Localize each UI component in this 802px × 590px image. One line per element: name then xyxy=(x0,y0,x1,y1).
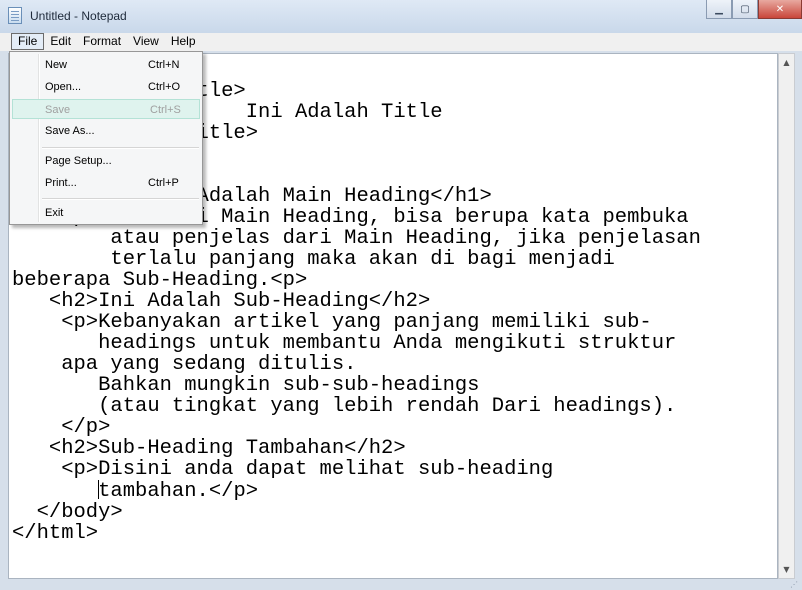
editor-line: headings untuk membantu Anda mengikuti s… xyxy=(12,332,677,355)
maximize-button[interactable]: ▢ xyxy=(732,0,758,19)
editor-line: (atau tingkat yang lebih rendah Dari hea… xyxy=(12,395,677,418)
menu-shortcut: Ctrl+N xyxy=(148,59,180,71)
file-menu-save-as[interactable]: Save As... xyxy=(12,121,200,141)
window-bottom-edge: ⋰ xyxy=(8,579,802,590)
file-menu-open[interactable]: Open... Ctrl+O xyxy=(12,77,200,97)
resize-grip-icon[interactable]: ⋰ xyxy=(790,580,798,589)
menu-label: Save As... xyxy=(45,125,95,137)
menu-label: Open... xyxy=(45,81,82,93)
editor-line: beberapa Sub-Heading.<p> xyxy=(12,269,308,292)
close-icon: ✕ xyxy=(775,3,785,15)
caption-buttons: ▁ ▢ ✕ xyxy=(706,0,802,20)
editor-line: <h2>Sub-Heading Tambahan</h2> xyxy=(12,437,406,460)
menu-help[interactable]: Help xyxy=(165,33,202,50)
file-menu-new[interactable]: New Ctrl+N xyxy=(12,55,200,75)
menu-shortcut: Ctrl+O xyxy=(148,81,181,93)
scroll-down-icon[interactable]: ▼ xyxy=(779,561,794,578)
notepad-icon[interactable] xyxy=(8,7,22,24)
editor-line: Bahkan mungkin sub-sub-headings xyxy=(12,374,480,397)
editor-line: </body> xyxy=(12,501,123,524)
minimize-button[interactable]: ▁ xyxy=(706,0,732,19)
editor-line: apa yang sedang ditulis. xyxy=(12,353,357,376)
title-bar[interactable]: Untitled - Notepad ▁ ▢ ✕ xyxy=(0,0,802,33)
menu-label: Exit xyxy=(45,207,64,219)
window-title: Untitled - Notepad xyxy=(30,9,127,23)
menu-label: Save xyxy=(45,104,71,116)
minimize-icon: ▁ xyxy=(715,3,723,15)
menu-format[interactable]: Format xyxy=(77,33,127,50)
vertical-scrollbar[interactable]: ▲ ▼ xyxy=(778,53,795,579)
file-menu-print[interactable]: Print... Ctrl+P xyxy=(12,173,200,193)
menu-label: New xyxy=(45,59,68,71)
close-button[interactable]: ✕ xyxy=(758,0,802,19)
menu-shortcut: Ctrl+S xyxy=(150,104,181,116)
menu-separator xyxy=(42,198,199,200)
editor-line: </p> xyxy=(12,416,111,439)
editor-line: tambahan.</p> xyxy=(98,480,259,503)
file-menu-dropdown: New Ctrl+N Open... Ctrl+O Save Ctrl+S Sa… xyxy=(9,51,203,225)
editor-line: terlalu panjang maka akan di bagi menjad… xyxy=(12,248,615,271)
text-caret xyxy=(98,480,100,499)
file-menu-save[interactable]: Save Ctrl+S xyxy=(12,99,200,119)
editor-line: <h2>Ini Adalah Sub-Heading</h2> xyxy=(12,290,431,313)
file-menu-exit[interactable]: Exit xyxy=(12,203,200,223)
editor-line: <p>Kebanyakan artikel yang panjang memil… xyxy=(12,311,652,334)
menu-label: Print... xyxy=(45,177,77,189)
menu-separator xyxy=(42,147,199,149)
editor-line: atau penjelas dari Main Heading, jika pe… xyxy=(12,227,701,250)
menu-shortcut: Ctrl+P xyxy=(148,177,179,189)
menu-view[interactable]: View xyxy=(127,33,165,50)
file-menu-page-setup[interactable]: Page Setup... xyxy=(12,151,200,171)
maximize-icon: ▢ xyxy=(740,3,750,15)
menu-file[interactable]: File xyxy=(11,33,45,50)
menu-bar: File Edit Format View Help xyxy=(0,33,802,51)
editor-line: <p>Disini anda dapat melihat sub-heading xyxy=(12,458,554,481)
scroll-up-icon[interactable]: ▲ xyxy=(779,54,794,71)
menu-label: Page Setup... xyxy=(45,155,112,167)
editor-line: </html> xyxy=(12,522,99,545)
menu-edit[interactable]: Edit xyxy=(44,33,77,50)
